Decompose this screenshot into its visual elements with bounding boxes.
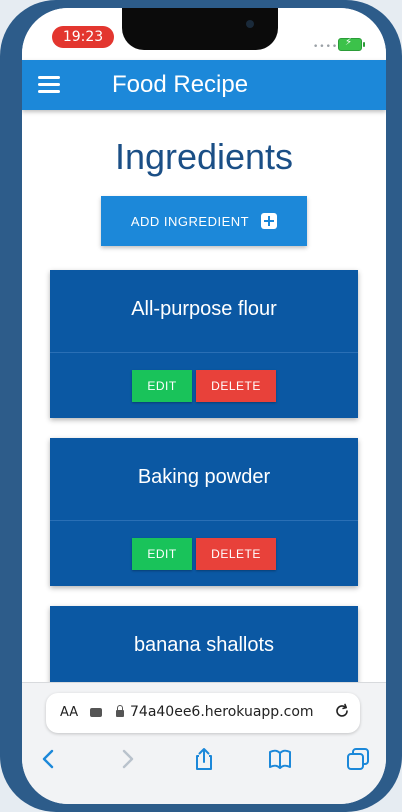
battery-icon: ⚡ bbox=[338, 37, 365, 51]
notch bbox=[122, 8, 278, 50]
lock-icon bbox=[116, 705, 124, 717]
delete-button[interactable]: DELETE bbox=[196, 369, 276, 402]
ingredient-name: Baking powder bbox=[137, 466, 271, 488]
menu-icon[interactable] bbox=[38, 76, 60, 94]
app-bar: Food Recipe bbox=[22, 60, 386, 110]
ingredient-name: banana shallots bbox=[133, 634, 275, 656]
extension-icon[interactable] bbox=[90, 708, 102, 717]
url-text: 74a40ee6.herokuapp.com bbox=[130, 704, 314, 720]
delete-button[interactable]: DELETE bbox=[196, 537, 276, 570]
charging-bolt-icon: ⚡ bbox=[345, 37, 353, 48]
add-ingredient-label: ADD INGREDIENT bbox=[130, 213, 250, 229]
camera-icon bbox=[246, 20, 254, 28]
address-bar[interactable]: AA 74a40ee6.herokuapp.com bbox=[46, 693, 360, 733]
back-icon[interactable] bbox=[34, 745, 62, 773]
reload-icon[interactable] bbox=[334, 703, 350, 719]
ingredient-card: All-purpose flour EDIT DELETE bbox=[50, 270, 358, 418]
add-ingredient-button[interactable]: ADD INGREDIENT bbox=[101, 196, 307, 246]
forward-icon[interactable] bbox=[114, 745, 142, 773]
phone-frame: 19:23 •••• ⚡ Food Recipe Ingredients ADD… bbox=[0, 0, 402, 812]
edit-button[interactable]: EDIT bbox=[132, 537, 192, 570]
plus-icon bbox=[261, 213, 278, 229]
browser-bar: AA 74a40ee6.herokuapp.com bbox=[22, 682, 386, 804]
reader-settings-button[interactable]: AA bbox=[60, 705, 78, 720]
ingredient-card: Baking powder EDIT DELETE bbox=[50, 438, 358, 586]
screen: 19:23 •••• ⚡ Food Recipe Ingredients ADD… bbox=[22, 8, 386, 804]
bookmarks-icon[interactable] bbox=[266, 745, 294, 773]
app-title: Food Recipe bbox=[112, 71, 249, 98]
tabs-icon[interactable] bbox=[344, 745, 372, 773]
status-bar: 19:23 •••• ⚡ bbox=[22, 8, 386, 58]
card-actions: EDIT DELETE bbox=[50, 521, 358, 586]
page-title: Ingredients bbox=[114, 136, 294, 177]
signal-icon: •••• bbox=[313, 42, 339, 52]
card-actions: EDIT DELETE bbox=[50, 353, 358, 418]
ingredient-name: All-purpose flour bbox=[131, 298, 277, 320]
share-icon[interactable] bbox=[190, 745, 218, 773]
edit-button[interactable]: EDIT bbox=[132, 369, 192, 402]
status-time: 19:23 bbox=[52, 26, 114, 48]
